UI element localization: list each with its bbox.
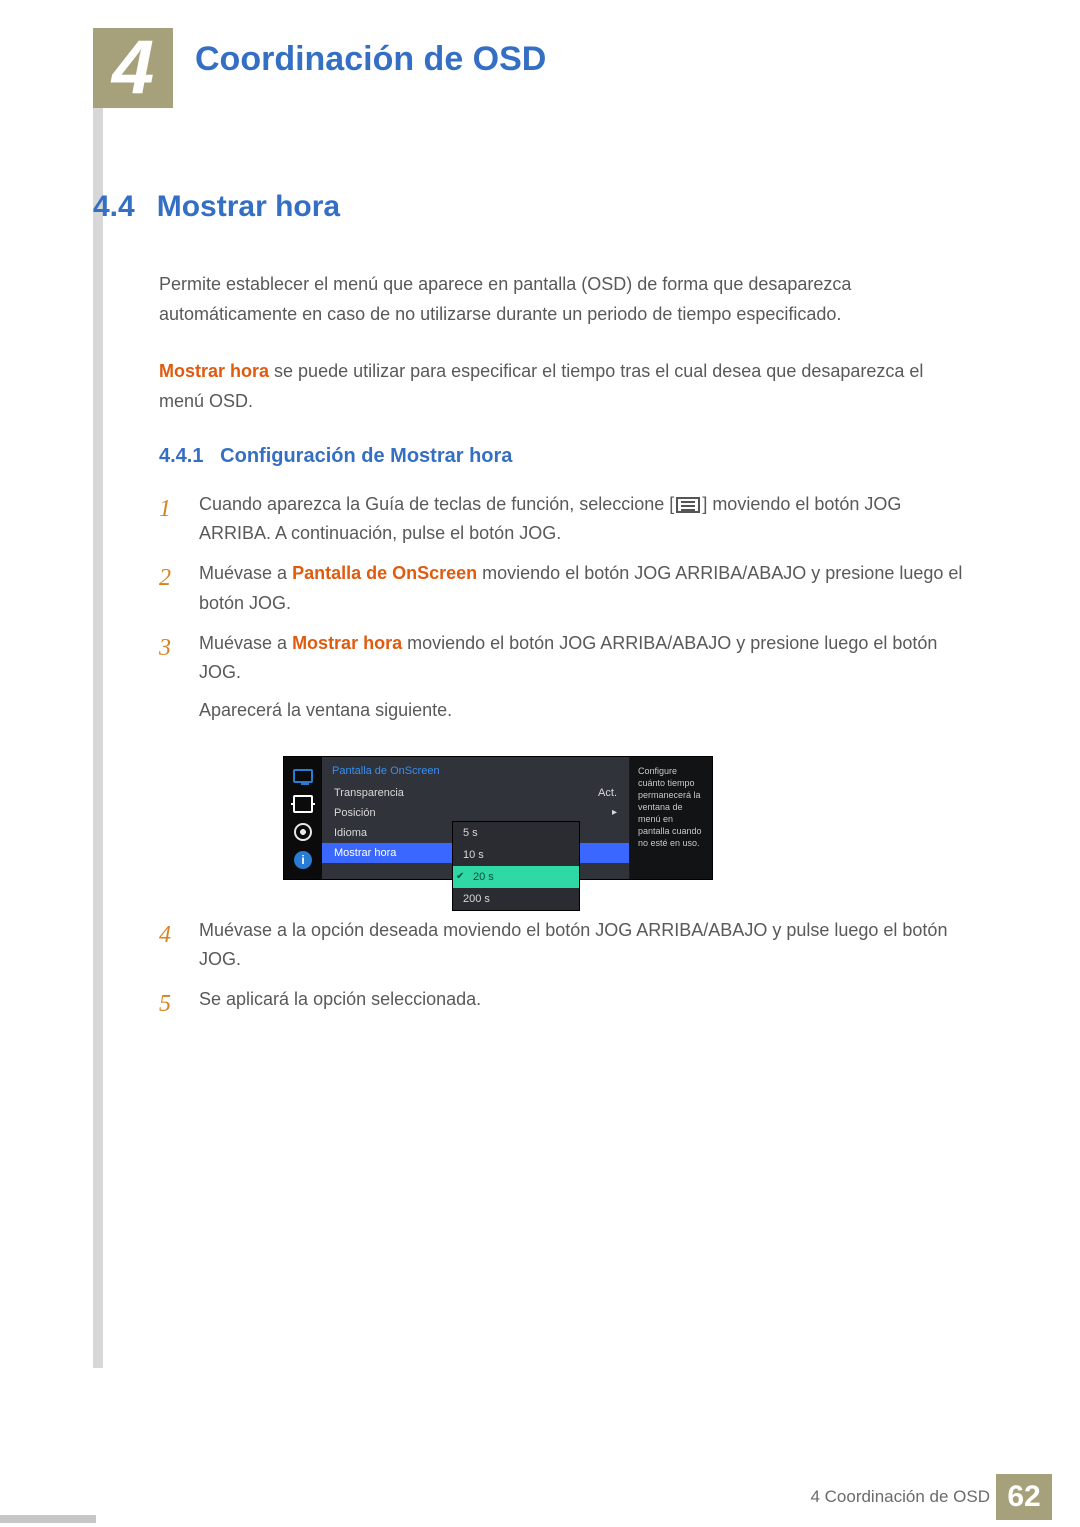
step-3-tail: Aparecerá la ventana siguiente. [199,700,452,720]
menu-icon [676,497,700,513]
step-list-cont: 4 Muévase a la opción deseada moviendo e… [159,916,963,1025]
osd-row-value: Act. [598,787,617,799]
osd-option-selected: 20 s [453,866,579,888]
expand-icon [292,795,314,813]
osd-help-panel: Configure cuánto tiempo permanecerá la v… [630,757,712,879]
intro-paragraph-1: Permite establecer el menú que aparece e… [159,270,963,329]
step-2-pre: Muévase a [199,563,292,583]
subsection-number: 4.4.1 [159,445,203,467]
step-number: 2 [159,559,177,618]
step-2-emphasis: Pantalla de OnScreen [292,563,477,583]
section-heading: 4.4 Mostrar hora [93,190,963,224]
footer-chapter-label: 4 Coordinación de OSD [810,1487,990,1507]
osd-option: 10 s [453,844,579,866]
osd-header: Pantalla de OnScreen [322,757,629,783]
osd-main-panel: Pantalla de OnScreen Transparencia Act. … [322,757,630,879]
osd-option: 5 s [453,822,579,844]
chapter-number-badge: 4 [93,28,173,108]
osd-options-popup: 5 s 10 s 20 s 200 s [452,821,580,911]
step-3: 3 Muévase a Mostrar hora moviendo el bot… [159,629,963,726]
section-number: 4.4 [93,190,135,224]
step-1: 1 Cuando aparezca la Guía de teclas de f… [159,490,963,549]
info-icon: i [292,851,314,869]
page-number: 62 [996,1474,1052,1520]
step-5: 5 Se aplicará la opción seleccionada. [159,985,963,1025]
intro2-text: se puede utilizar para especificar el ti… [159,361,923,411]
subsection-heading: 4.4.1 Configuración de Mostrar hora [159,445,963,468]
osd-row-label: Posición [334,807,376,819]
step-1-pre: Cuando aparezca la Guía de teclas de fun… [199,494,674,514]
step-4: 4 Muévase a la opción deseada moviendo e… [159,916,963,975]
step-3-pre: Muévase a [199,633,292,653]
intro-paragraph-2: Mostrar hora se puede utilizar para espe… [159,357,963,416]
osd-row-label: Transparencia [334,787,404,799]
osd-screenshot: i Pantalla de OnScreen Transparencia Act… [283,756,713,880]
page-footer: 4 Coordinación de OSD 62 [0,1471,1080,1523]
chapter-title: Coordinación de OSD [195,40,546,79]
step-number: 5 [159,985,177,1025]
step-4-text: Muévase a la opción deseada moviendo el … [199,916,963,975]
intro2-emphasis: Mostrar hora [159,361,269,381]
osd-row-transparencia: Transparencia Act. [322,783,629,803]
step-number: 1 [159,490,177,549]
subsection-title: Configuración de Mostrar hora [220,445,512,467]
osd-row-posicion: Posición ▸ [322,803,629,823]
monitor-icon [292,767,314,785]
step-list: 1 Cuando aparezca la Guía de teclas de f… [159,490,963,726]
gear-icon [292,823,314,841]
osd-option: 200 s [453,888,579,910]
osd-row-label: Mostrar hora [334,847,396,859]
step-2: 2 Muévase a Pantalla de OnScreen moviend… [159,559,963,618]
step-3-emphasis: Mostrar hora [292,633,402,653]
step-5-text: Se aplicará la opción seleccionada. [199,985,963,1025]
osd-option-label: 5 s [463,827,478,839]
osd-option-label: 20 s [473,871,494,883]
chevron-right-icon: ▸ [612,807,617,819]
footer-bar [0,1515,96,1523]
osd-row-label: Idioma [334,827,367,839]
step-number: 4 [159,916,177,975]
osd-sidebar: i [284,757,322,879]
osd-option-label: 200 s [463,893,490,905]
step-number: 3 [159,629,177,726]
section-title: Mostrar hora [157,190,340,224]
osd-option-label: 10 s [463,849,484,861]
